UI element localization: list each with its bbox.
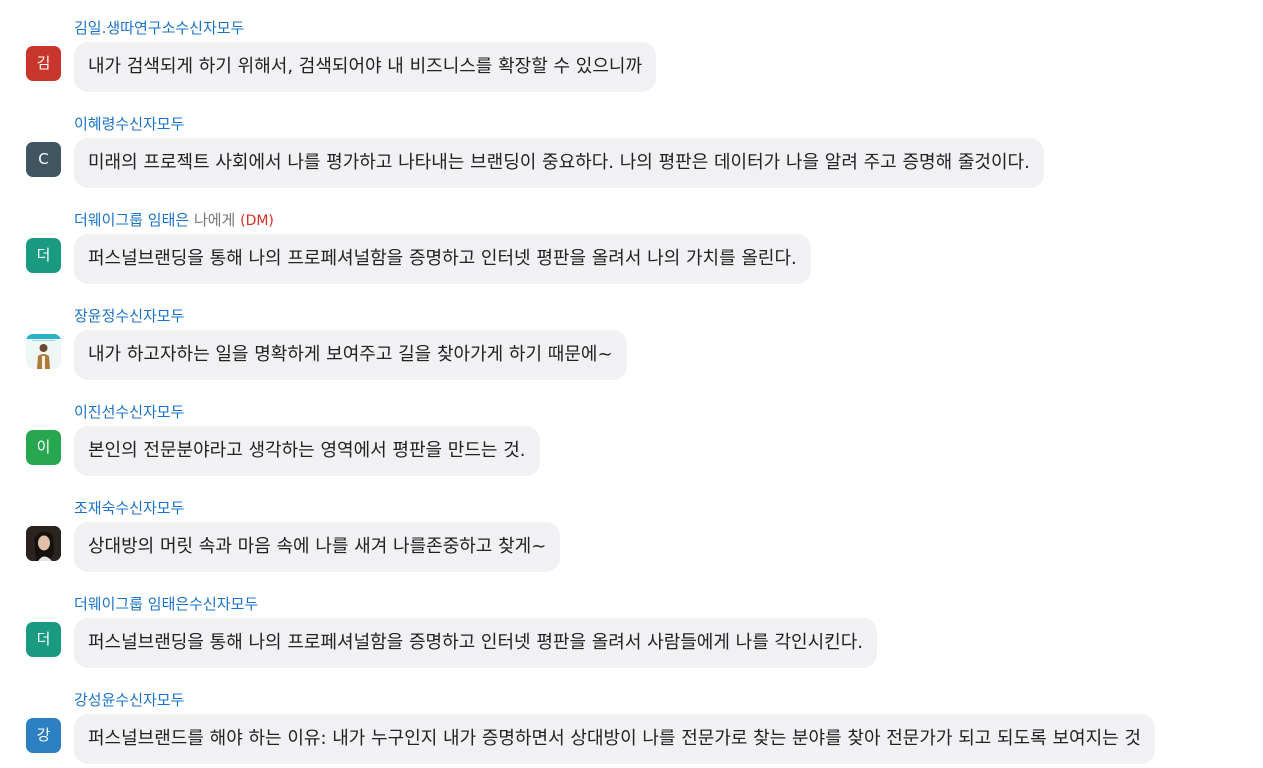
- message-bubble: 퍼스널브랜딩을 통해 나의 프로페셔널함을 증명하고 인터넷 평판을 올려서 사…: [74, 618, 878, 668]
- message-bubble: 미래의 프로젝트 사회에서 나를 평가하고 나타내는 브랜딩이 중요하다. 나의…: [74, 138, 1044, 188]
- sender-name[interactable]: 강성윤: [74, 691, 115, 709]
- message-header: 장윤정수신자모두: [74, 306, 184, 326]
- sender-name[interactable]: 더웨이그룹 임태은: [74, 595, 189, 613]
- sender-name[interactable]: 장윤정: [74, 307, 115, 325]
- recipient-label: 수신자모두: [115, 499, 185, 517]
- avatar[interactable]: 강: [26, 718, 61, 753]
- message-header: 이혜령수신자모두: [74, 114, 184, 134]
- avatar[interactable]: 김: [26, 46, 61, 81]
- avatar[interactable]: C: [26, 142, 61, 177]
- dm-to-me-label: 나에게: [189, 211, 241, 229]
- recipient-label: 수신자모두: [175, 19, 245, 37]
- sender-name[interactable]: 이진선: [74, 403, 115, 421]
- message-bubble: 본인의 전문분야라고 생각하는 영역에서 평판을 만드는 것.: [74, 426, 540, 476]
- message-bubble: 퍼스널브랜드를 해야 하는 이유: 내가 누구인지 내가 증명하면서 상대방이 …: [74, 714, 1155, 764]
- message-header: 조재숙수신자모두: [74, 498, 184, 518]
- chat-message-list: 김일.생따연구소수신자모두 김 내가 검색되게 하기 위해서, 검색되어야 내 …: [0, 0, 1263, 768]
- recipient-label: 수신자모두: [115, 307, 185, 325]
- message-header: 더웨이그룹 임태은수신자모두: [74, 594, 258, 614]
- photo-avatar[interactable]: [26, 334, 61, 369]
- message-bubble: 퍼스널브랜딩을 통해 나의 프로페셔널함을 증명하고 인터넷 평판을 올려서 나…: [74, 234, 811, 284]
- sender-name[interactable]: 이혜령: [74, 115, 115, 133]
- recipient-label: 수신자모두: [115, 115, 185, 133]
- sender-name[interactable]: 더웨이그룹 임태은: [74, 211, 189, 229]
- recipient-label: 수신자모두: [189, 595, 259, 613]
- avatar[interactable]: 더: [26, 238, 61, 273]
- message-header: 이진선수신자모두: [74, 402, 184, 422]
- message-bubble: 내가 하고자하는 일을 명확하게 보여주고 길을 찾아가게 하기 때문에~: [74, 330, 627, 380]
- message-bubble: 내가 검색되게 하기 위해서, 검색되어야 내 비즈니스를 확장할 수 있으니까: [74, 42, 657, 92]
- message-bubble: 상대방의 머릿 속과 마음 속에 나를 새겨 나를존중하고 찾게~: [74, 522, 561, 572]
- recipient-label: 수신자모두: [115, 691, 185, 709]
- sender-name[interactable]: 조재숙: [74, 499, 115, 517]
- message-header: 강성윤수신자모두: [74, 690, 184, 710]
- recipient-label: 수신자모두: [115, 403, 185, 421]
- message-header: 더웨이그룹 임태은 나에게 (DM): [74, 210, 274, 231]
- avatar[interactable]: 더: [26, 622, 61, 657]
- dm-badge: (DM): [240, 213, 274, 229]
- message-header: 김일.생따연구소수신자모두: [74, 18, 244, 38]
- sender-name[interactable]: 김일.생따연구소: [74, 19, 175, 37]
- photo-avatar[interactable]: [26, 526, 61, 561]
- avatar[interactable]: 이: [26, 430, 61, 465]
